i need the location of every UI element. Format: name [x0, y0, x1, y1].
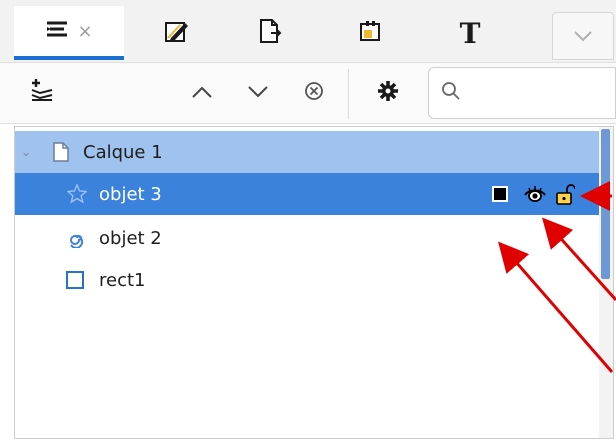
layers-tree: ⌄ Calque 1 objet 3 objet 2 rect1 — [14, 126, 614, 439]
item-label: objet 3 — [99, 183, 162, 205]
tab-xml-editor[interactable] — [330, 6, 410, 60]
tab-close-icon[interactable]: × — [77, 21, 92, 42]
xml-editor-icon — [357, 18, 383, 48]
spiral-icon — [67, 228, 87, 248]
tab-document-properties[interactable] — [230, 6, 310, 60]
chevron-up-icon — [191, 84, 213, 103]
lock-open-icon[interactable] — [555, 183, 575, 205]
chevron-down-icon[interactable]: ⌄ — [21, 145, 31, 159]
add-layer-button[interactable] — [26, 77, 58, 109]
tab-fill-stroke[interactable] — [136, 6, 216, 60]
layer-page-icon — [53, 142, 69, 162]
document-properties-icon — [257, 18, 283, 48]
settings-button[interactable] — [372, 77, 404, 109]
item-label: rect1 — [99, 269, 146, 291]
search-box[interactable] — [428, 67, 616, 119]
search-icon — [441, 81, 461, 105]
tabs-overflow-dropdown[interactable] — [552, 12, 614, 60]
toolbar-separator — [348, 69, 349, 119]
highlight-color-icon[interactable] — [491, 185, 509, 203]
tree-row-objet-2[interactable]: objet 2 — [15, 217, 601, 259]
tree-row-rect1[interactable]: rect1 — [15, 259, 601, 301]
chevron-down-icon — [247, 84, 269, 103]
move-down-button[interactable] — [242, 77, 274, 109]
close-circle-icon — [303, 80, 325, 106]
item-label: objet 2 — [99, 227, 162, 249]
tree-row-objet-3[interactable]: objet 3 — [15, 173, 601, 215]
scrollbar-thumb[interactable] — [601, 129, 610, 279]
fill-stroke-icon — [163, 18, 189, 48]
eye-visibility-icon[interactable] — [523, 185, 547, 203]
layer-row[interactable]: ⌄ Calque 1 — [15, 131, 601, 173]
gear-icon — [377, 80, 399, 106]
tree-scrollbar[interactable] — [599, 127, 613, 438]
tab-layers-objects[interactable]: × — [14, 6, 124, 60]
text-font-icon: T — [459, 16, 481, 50]
star-icon — [67, 184, 87, 204]
rectangle-icon — [65, 270, 85, 290]
layers-toolbar — [0, 62, 616, 124]
dialog-tab-bar: × T — [0, 0, 616, 62]
layer-label: Calque 1 — [83, 141, 163, 163]
search-input[interactable] — [467, 82, 611, 104]
delete-button[interactable] — [298, 77, 330, 109]
chevron-down-icon — [573, 27, 593, 46]
tab-text-font[interactable]: T — [430, 6, 510, 60]
move-up-button[interactable] — [186, 77, 218, 109]
layers-icon — [45, 19, 69, 43]
add-layer-icon — [28, 77, 56, 109]
